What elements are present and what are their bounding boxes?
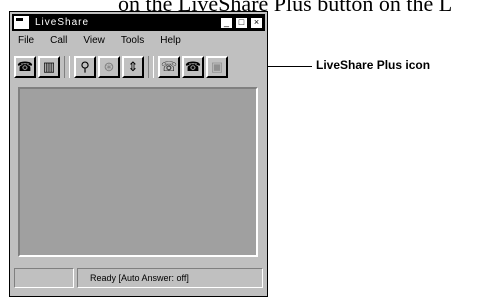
conference-button[interactable]: ☏	[158, 56, 180, 78]
app-icon[interactable]	[14, 16, 29, 29]
telephone-icon: ☎	[16, 59, 34, 74]
connect-button[interactable]: ⚲	[74, 56, 96, 78]
liveshare-plus-icon: ▣	[210, 59, 224, 74]
plug-icon: ⚲	[80, 59, 90, 74]
minimize-button[interactable]: _	[220, 16, 233, 29]
menu-tools[interactable]: Tools	[121, 35, 144, 49]
menu-bar: File Call View Tools Help	[14, 35, 263, 49]
status-text: Ready [Auto Answer: off]	[77, 268, 263, 288]
menu-call[interactable]: Call	[50, 35, 67, 49]
hangup-button[interactable]: ☎	[182, 56, 204, 78]
telephone2-icon: ☎	[184, 59, 202, 74]
toolbar-separator	[64, 56, 70, 78]
address-book-button[interactable]: ▥	[38, 56, 60, 78]
callout-label: LiveShare Plus icon	[316, 58, 431, 72]
speaker-icon: ⊛	[103, 59, 115, 74]
liveshare-window: LiveShare _ □ × File Call View Tools Hel…	[9, 11, 268, 297]
liveshare-plus-button[interactable]: ▣	[206, 56, 228, 78]
close-button[interactable]: ×	[250, 16, 263, 29]
status-bar: Ready [Auto Answer: off]	[14, 268, 263, 288]
toolbar: ☎ ▥ ⚲ ⊛ ⇕ ☏ ☎ ▣	[14, 54, 263, 80]
status-cell-left	[14, 268, 74, 288]
volume-button[interactable]: ⇕	[122, 56, 144, 78]
telephone-button[interactable]: ☎	[14, 56, 36, 78]
toolbar-separator	[148, 56, 154, 78]
window-title: LiveShare	[35, 17, 90, 28]
menu-file[interactable]: File	[18, 35, 34, 49]
volume-arrows-icon: ⇕	[127, 59, 139, 74]
conference-icon: ☏	[160, 59, 178, 74]
menu-help[interactable]: Help	[160, 35, 181, 49]
callout-line	[268, 66, 312, 67]
maximize-button[interactable]: □	[235, 16, 248, 29]
title-bar[interactable]: LiveShare _ □ ×	[12, 14, 265, 31]
menu-view[interactable]: View	[83, 35, 105, 49]
speaker-button[interactable]: ⊛	[98, 56, 120, 78]
video-panel	[18, 87, 258, 257]
book-icon: ▥	[42, 59, 56, 74]
